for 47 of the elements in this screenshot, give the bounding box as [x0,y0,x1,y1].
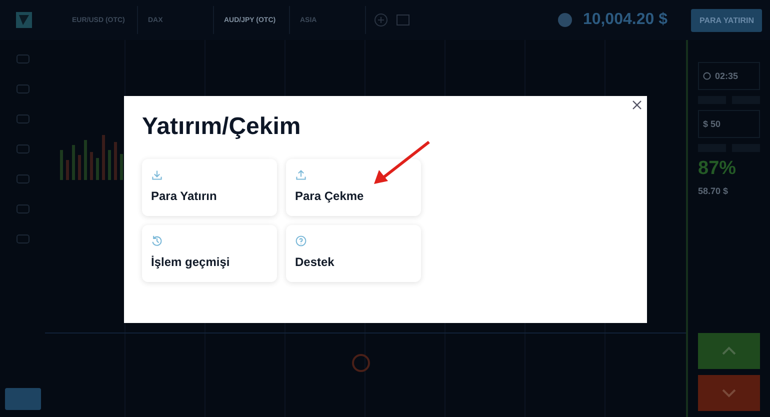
caret-down-icon [721,388,737,398]
candle [90,152,93,180]
download-icon [151,169,163,181]
menu-icon[interactable] [16,234,30,244]
side-action-button[interactable] [4,388,40,410]
candle [72,145,75,180]
balance-amount: 10,004.20 $ [582,11,668,29]
menu-icon[interactable] [16,144,30,154]
menu-icon[interactable] [16,204,30,214]
payout-percent: 87% [698,158,738,180]
candle [102,135,105,180]
option-card[interactable]: Para Yatırın [142,159,277,216]
help-icon [295,235,307,247]
up-button[interactable] [698,333,760,369]
profit-amount: 58.70 $ [698,186,730,196]
caret-up-icon [721,346,737,356]
candle [84,140,87,180]
arrow-annotation [374,140,430,184]
close-button[interactable] [630,98,644,112]
add-icon[interactable] [374,13,388,27]
down-button[interactable] [698,375,760,411]
logo-icon [16,12,32,28]
trade-marker [352,354,370,372]
time-value: 02:35 [715,71,738,81]
clock-icon [703,72,711,80]
candle [114,142,117,180]
menu-icon[interactable] [16,114,30,124]
candle [108,150,111,180]
deposit-button[interactable]: PARA YATIRIN [691,8,762,32]
menu-icon[interactable] [16,54,30,64]
option-card[interactable]: İşlem geçmişi [142,225,277,282]
avatar-icon[interactable] [556,12,573,28]
time-field[interactable]: 02:35 [698,62,760,90]
menu-icon[interactable] [16,84,30,94]
option-card[interactable]: Para Çekme [286,159,421,216]
menu-icon[interactable] [16,174,30,184]
option-card[interactable]: Destek [286,225,421,282]
window-icon[interactable] [396,13,410,27]
candle [120,154,123,180]
dialog-title: Yatırım/Çekim [142,113,301,141]
candle [78,155,81,180]
history-icon [151,235,163,247]
candle [96,158,99,180]
candle [66,160,69,180]
amount-field[interactable]: $ 50 [698,110,760,138]
upload-icon [295,169,307,181]
candle [60,150,63,180]
